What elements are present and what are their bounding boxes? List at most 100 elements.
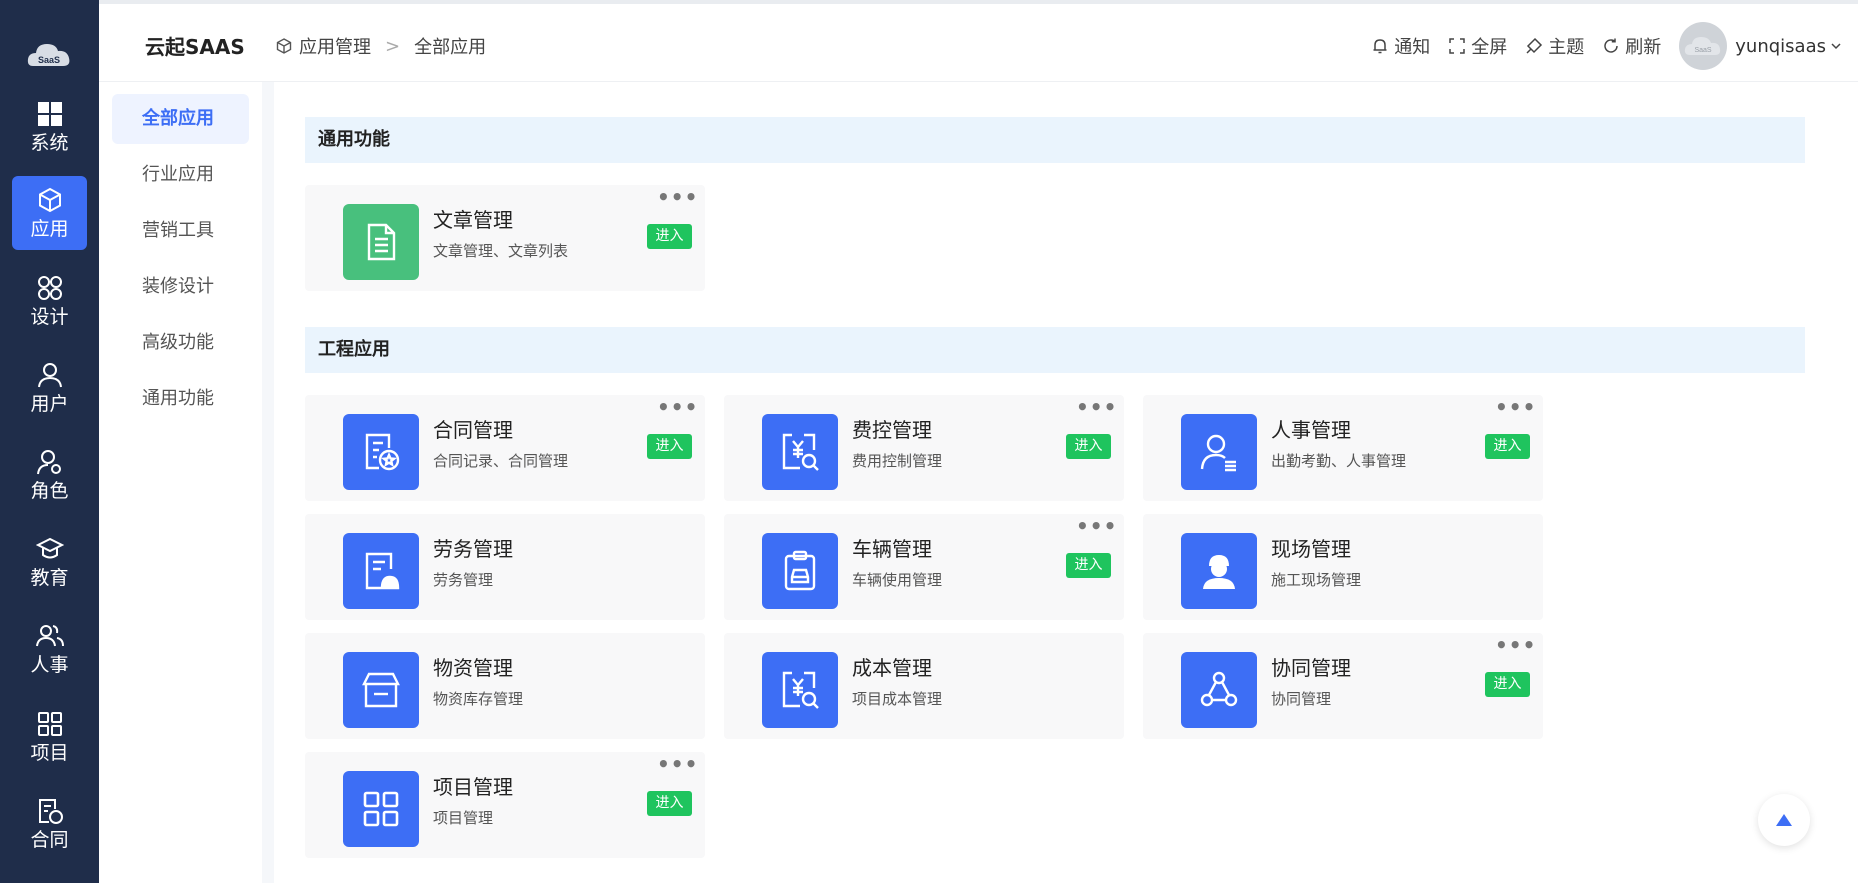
app-desc: 合同记录、合同管理 bbox=[433, 452, 569, 470]
enter-button[interactable]: 进入 bbox=[1066, 434, 1111, 459]
rail-item-hr[interactable]: 人事 bbox=[12, 612, 87, 686]
rail-label: 应用 bbox=[30, 218, 69, 240]
saas-logo[interactable]: SaaS bbox=[25, 36, 73, 74]
rail-item-contract[interactable]: 合同 bbox=[12, 787, 87, 861]
top-header: 云起SAAS 应用管理 > 全部应用 通知 全屏 主题 刷新 SaaS yunq… bbox=[99, 4, 1858, 82]
contract-icon bbox=[365, 433, 400, 471]
chevron-down-icon bbox=[1831, 43, 1841, 50]
app-title: 现场管理 bbox=[1271, 537, 1351, 561]
username-dropdown[interactable]: yunqisaas bbox=[1735, 36, 1842, 57]
rail-label: 合同 bbox=[30, 829, 69, 851]
app-card-labor[interactable]: 劳务管理 劳务管理 bbox=[305, 514, 705, 620]
app-title: 成本管理 bbox=[852, 656, 932, 680]
menu-item-industry-apps[interactable]: 行业应用 bbox=[112, 150, 249, 200]
app-card-cost[interactable]: 成本管理 项目成本管理 bbox=[724, 633, 1124, 739]
rail-item-apps[interactable]: 应用 bbox=[12, 176, 87, 250]
app-title: 合同管理 bbox=[433, 418, 513, 442]
app-icon bbox=[343, 652, 419, 728]
more-icon[interactable]: ••• bbox=[1076, 397, 1117, 417]
app-desc: 项目管理 bbox=[433, 809, 494, 827]
rail-item-role[interactable]: 角色 bbox=[12, 438, 87, 512]
svg-text:SaaS: SaaS bbox=[1695, 47, 1712, 54]
svg-text:SaaS: SaaS bbox=[38, 55, 60, 65]
app-desc: 项目成本管理 bbox=[852, 690, 943, 708]
more-icon[interactable]: ••• bbox=[1076, 516, 1117, 536]
app-desc: 费用控制管理 bbox=[852, 452, 943, 470]
fullscreen-button[interactable]: 全屏 bbox=[1448, 33, 1507, 59]
rail-item-project[interactable]: 项目 bbox=[12, 700, 87, 774]
app-desc: 文章管理、文章列表 bbox=[433, 242, 569, 260]
refresh-button[interactable]: 刷新 bbox=[1602, 33, 1661, 59]
app-desc: 协同管理 bbox=[1271, 690, 1332, 708]
more-icon[interactable]: ••• bbox=[657, 187, 698, 207]
more-icon[interactable]: ••• bbox=[657, 397, 698, 417]
menu-item-all-apps[interactable]: 全部应用 bbox=[112, 94, 249, 144]
enter-button[interactable]: 进入 bbox=[1485, 434, 1530, 459]
enter-button[interactable]: 进入 bbox=[647, 434, 692, 459]
header-tools: 通知 全屏 主题 刷新 SaaS yunqisaas bbox=[1353, 22, 1842, 70]
back-to-top-button[interactable] bbox=[1758, 794, 1810, 846]
breadcrumb-separator: > bbox=[385, 35, 401, 57]
app-card-contract[interactable]: 合同管理 合同记录、合同管理 ••• 进入 bbox=[305, 395, 705, 501]
app-title: 人事管理 bbox=[1271, 418, 1351, 442]
notify-button[interactable]: 通知 bbox=[1371, 33, 1430, 59]
breadcrumb-item-app-management[interactable]: 应用管理 bbox=[299, 33, 371, 59]
app-title: 文章管理 bbox=[433, 208, 513, 232]
yuan-search-icon bbox=[782, 671, 819, 709]
car-clipboard-icon bbox=[784, 550, 816, 591]
menu-item-advanced-features[interactable]: 高级功能 bbox=[112, 318, 249, 368]
cube-icon bbox=[276, 38, 292, 54]
breadcrumb: 应用管理 > 全部应用 bbox=[275, 33, 486, 59]
users-icon bbox=[35, 625, 64, 647]
apps-icon bbox=[37, 712, 62, 736]
avatar[interactable]: SaaS bbox=[1679, 22, 1728, 70]
app-category-menu: 全部应用 行业应用 营销工具 装修设计 高级功能 通用功能 bbox=[99, 82, 262, 883]
app-icon bbox=[1181, 652, 1257, 728]
apps-icon bbox=[363, 791, 399, 827]
app-title: 劳务管理 bbox=[433, 537, 513, 561]
rail-label: 角色 bbox=[30, 480, 69, 502]
app-title: 项目管理 bbox=[433, 775, 513, 799]
command-icon bbox=[37, 276, 62, 300]
menu-item-decoration-design[interactable]: 装修设计 bbox=[112, 262, 249, 312]
rail-label: 设计 bbox=[30, 306, 69, 328]
enter-button[interactable]: 进入 bbox=[1066, 553, 1111, 578]
more-icon[interactable]: ••• bbox=[1495, 397, 1536, 417]
app-desc: 劳务管理 bbox=[433, 571, 494, 589]
app-title: 费控管理 bbox=[852, 418, 932, 442]
rail-item-user[interactable]: 用户 bbox=[12, 351, 87, 425]
menu-item-marketing-tools[interactable]: 营销工具 bbox=[112, 206, 249, 256]
app-card-site[interactable]: 现场管理 施工现场管理 bbox=[1143, 514, 1543, 620]
app-card-collaboration[interactable]: 协同管理 协同管理 ••• 进入 bbox=[1143, 633, 1543, 739]
theme-button[interactable]: 主题 bbox=[1525, 33, 1584, 59]
more-icon[interactable]: ••• bbox=[1495, 635, 1536, 655]
enter-button[interactable]: 进入 bbox=[647, 224, 692, 249]
app-card-article[interactable]: 文章管理 文章管理、文章列表 ••• 进入 bbox=[305, 185, 705, 291]
app-card-expense-control[interactable]: 费控管理 费用控制管理 ••• 进入 bbox=[724, 395, 1124, 501]
person-list-icon bbox=[1200, 434, 1236, 472]
rail-label: 教育 bbox=[30, 567, 69, 589]
app-card-project[interactable]: 项目管理 项目管理 ••• 进入 bbox=[305, 752, 705, 858]
menu-item-general-features[interactable]: 通用功能 bbox=[112, 374, 249, 424]
contract-icon bbox=[38, 799, 63, 824]
app-title: 车辆管理 bbox=[852, 537, 932, 561]
box-icon bbox=[362, 672, 400, 708]
enter-button[interactable]: 进入 bbox=[1485, 672, 1530, 697]
left-rail: SaaS 系统 应用 设计 用户 角色 教育 人事 项目 合同 bbox=[0, 0, 99, 883]
section-title-engineering: 工程应用 bbox=[305, 327, 1805, 373]
app-desc: 车辆使用管理 bbox=[852, 571, 943, 589]
helmet-person-icon bbox=[1203, 555, 1235, 589]
user-gear-icon bbox=[36, 450, 61, 475]
rail-item-education[interactable]: 教育 bbox=[12, 525, 87, 599]
rail-item-design[interactable]: 设计 bbox=[12, 264, 87, 338]
enter-button[interactable]: 进入 bbox=[647, 791, 692, 816]
app-card-vehicle[interactable]: 车辆管理 车辆使用管理 ••• 进入 bbox=[724, 514, 1124, 620]
rail-item-system[interactable]: 系统 bbox=[12, 90, 87, 164]
more-icon[interactable]: ••• bbox=[657, 754, 698, 774]
rail-label: 项目 bbox=[30, 742, 69, 764]
fullscreen-icon bbox=[1449, 38, 1466, 54]
app-card-personnel[interactable]: 人事管理 出勤考勤、人事管理 ••• 进入 bbox=[1143, 395, 1543, 501]
app-card-materials[interactable]: 物资管理 物资库存管理 bbox=[305, 633, 705, 739]
brush-icon bbox=[1526, 37, 1543, 54]
app-icon bbox=[343, 533, 419, 609]
